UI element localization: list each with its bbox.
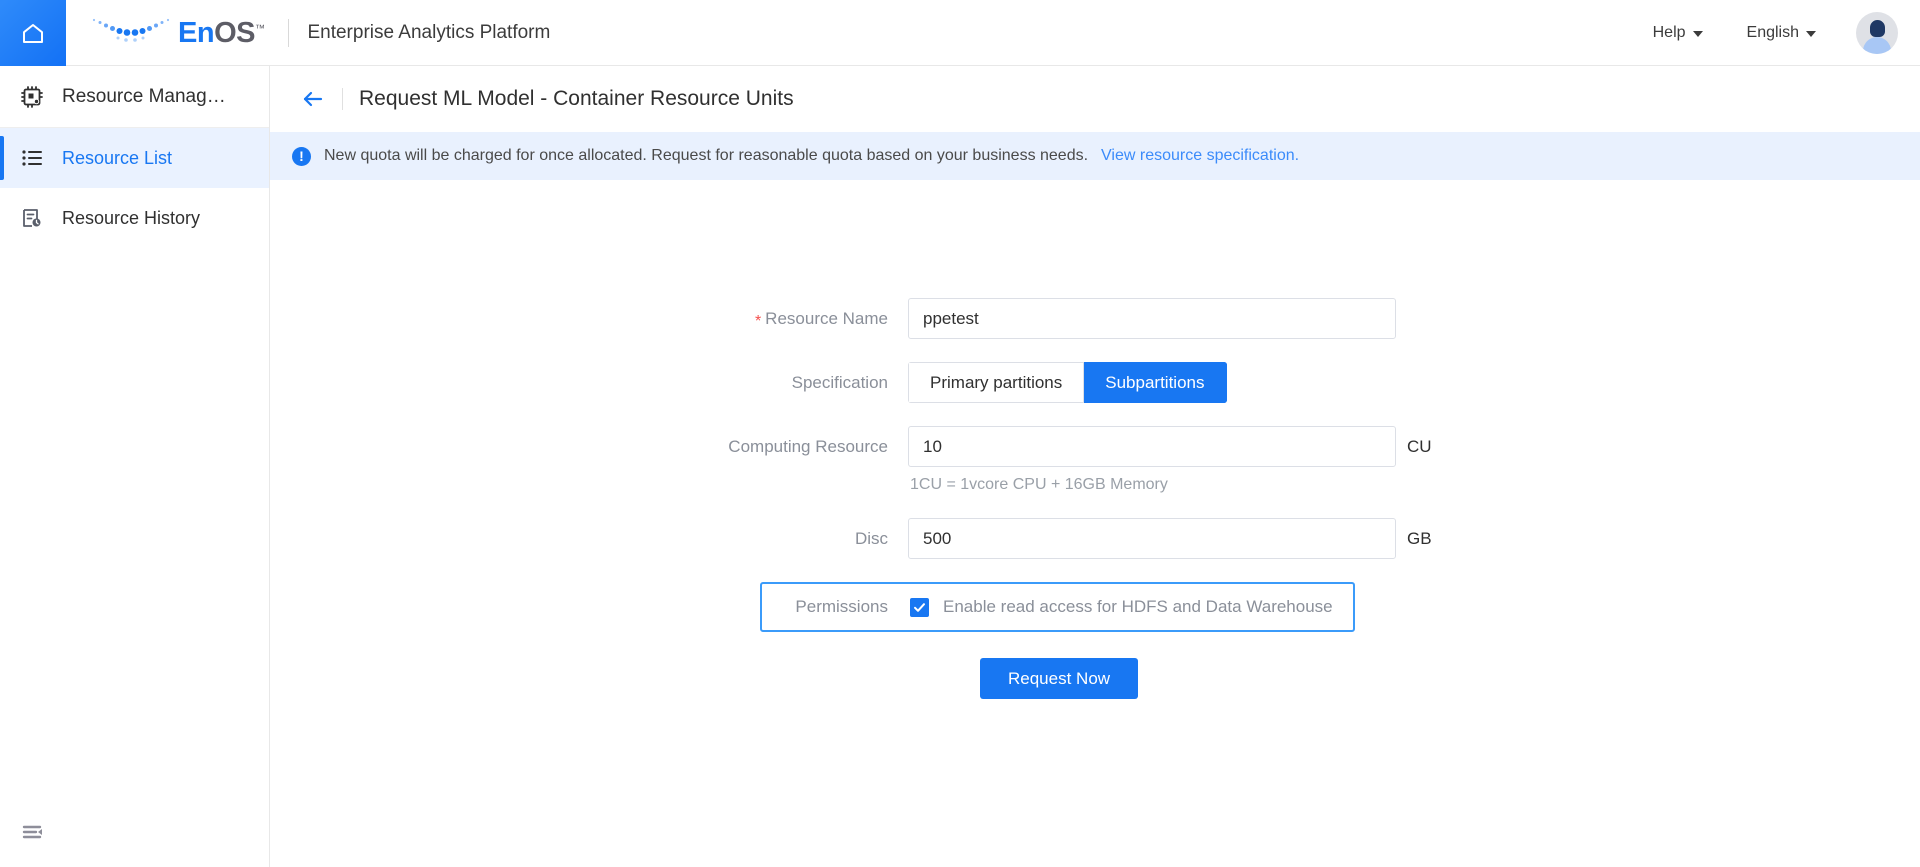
history-icon [18, 204, 46, 232]
enos-wordmark: EnOS™ [178, 17, 265, 49]
permissions-checkbox[interactable] [910, 597, 929, 617]
sidebar-section-label: Resource Manag… [62, 85, 226, 107]
required-marker: * [754, 312, 762, 330]
specification-label: Specification [791, 372, 888, 392]
chip-icon [18, 83, 46, 111]
info-banner: ! New quota will be charged for once all… [270, 132, 1920, 180]
language-menu[interactable]: English [1725, 24, 1838, 42]
enos-swoosh-icon [88, 13, 174, 52]
chevron-down-icon [1806, 30, 1816, 37]
top-header: EnOS™ Enterprise Analytics Platform Help… [0, 0, 1920, 66]
form-row-permissions: Permissions Enable read access for HDFS … [270, 582, 1920, 632]
specification-option-primary-partitions[interactable]: Primary partitions [908, 362, 1085, 403]
brand-area: EnOS™ Enterprise Analytics Platform [66, 0, 550, 66]
sidebar-section-resource-management[interactable]: Resource Manag… [0, 66, 269, 128]
enos-tm: ™ [254, 23, 265, 35]
request-form: *Resource Name Specification Primary par… [270, 180, 1920, 699]
home-icon [19, 19, 47, 47]
form-row-resource-name: * Resource Name [270, 298, 1920, 339]
computing-resource-input[interactable] [908, 426, 1396, 467]
submit-spacer [270, 658, 908, 699]
form-row-disc: Disc GB [270, 518, 1920, 559]
home-button[interactable] [0, 0, 66, 66]
avatar-head [1869, 19, 1885, 37]
resource-name-label: * Resource Name [270, 308, 908, 330]
page-title: Request ML Model - Container Resource Un… [359, 87, 794, 110]
sidebar-item-label: Resource List [62, 147, 173, 168]
disc-label: Disc [854, 528, 888, 548]
page-bar-divider [342, 88, 343, 110]
permissions-highlight-box: Permissions Enable read access for HDFS … [760, 582, 1355, 632]
help-menu-label: Help [1652, 23, 1686, 41]
enos-logo[interactable]: EnOS™ [88, 13, 265, 52]
page-bar: Request ML Model - Container Resource Un… [270, 66, 1920, 132]
hint-spacer [270, 476, 908, 494]
request-now-button[interactable]: Request Now [980, 658, 1139, 699]
form-row-specification: Specification Primary partitions Subpart… [270, 362, 1920, 403]
collapse-sidebar-icon [21, 822, 45, 851]
computing-resource-unit: CU [1407, 436, 1432, 456]
check-icon [914, 602, 925, 612]
header-actions: Help English [1631, 11, 1920, 54]
resource-name-label-text: Resource Name [765, 308, 888, 328]
app-title: Enterprise Analytics Platform [307, 21, 551, 43]
specification-segmented-control: Primary partitions Subpartitions [908, 362, 1227, 403]
disc-unit: GB [1407, 528, 1432, 548]
enos-os: OS [214, 17, 255, 49]
sidebar-item-label: Resource History [62, 207, 201, 228]
view-resource-specification-link[interactable]: View resource specification. [1101, 147, 1299, 165]
computing-resource-hint: 1CU = 1vcore CPU + 16GB Memory [910, 476, 1168, 493]
permissions-label: Permissions [795, 597, 888, 616]
info-banner-text: New quota will be charged for once alloc… [324, 147, 1089, 164]
avatar[interactable] [1856, 11, 1898, 54]
info-icon: ! [292, 146, 311, 166]
avatar-body [1863, 36, 1891, 54]
help-menu[interactable]: Help [1631, 24, 1725, 42]
list-icon [18, 144, 46, 172]
sidebar-item-resource-list[interactable]: Resource List [0, 128, 269, 188]
arrow-left-icon[interactable] [298, 84, 328, 114]
sidebar: Resource Manag… Resource List Resource H… [0, 66, 270, 867]
brand-divider [288, 18, 290, 47]
collapse-sidebar-button[interactable] [18, 821, 48, 851]
enos-en: En [178, 17, 215, 49]
form-row-submit: Request Now [270, 658, 1920, 699]
resource-name-input[interactable] [908, 298, 1396, 339]
computing-resource-hint-row: 1CU = 1vcore CPU + 16GB Memory [270, 476, 1920, 494]
main-content: Request ML Model - Container Resource Un… [270, 66, 1920, 867]
language-menu-label: English [1746, 23, 1799, 41]
permissions-checkbox-label: Enable read access for HDFS and Data War… [943, 597, 1333, 616]
form-row-computing-resource: Computing Resource CU [270, 426, 1920, 467]
sidebar-item-resource-history[interactable]: Resource History [0, 188, 269, 248]
chevron-down-icon [1692, 30, 1703, 37]
specification-option-subpartitions[interactable]: Subpartitions [1084, 362, 1227, 403]
disc-input[interactable] [908, 518, 1396, 559]
computing-resource-label: Computing Resource [728, 436, 888, 456]
